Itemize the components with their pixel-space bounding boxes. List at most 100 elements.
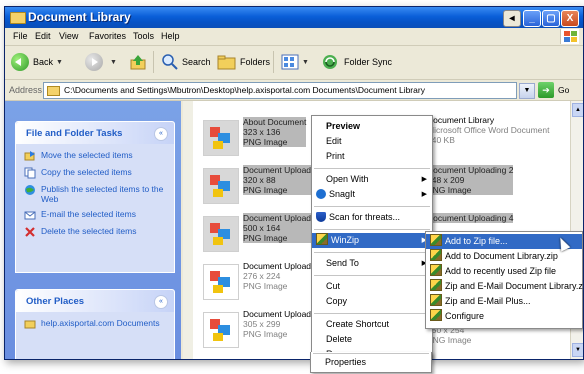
task-copy[interactable]: Copy the selected items xyxy=(24,167,168,179)
winzip-icon xyxy=(316,233,328,245)
go-button[interactable]: Go xyxy=(558,85,569,95)
file-item[interactable]: Document Upload 500 x 164 PNG Image xyxy=(203,213,323,252)
file-folder-tasks-panel: File and Folder Tasks « Move the selecte… xyxy=(15,121,175,273)
menu-winzip[interactable]: WinZip▶ xyxy=(312,233,432,248)
submenu-arrow-icon: ▶ xyxy=(421,176,427,183)
file-item[interactable]: Document Upload 320 x 88 PNG Image xyxy=(203,165,323,204)
menu-help[interactable]: Help xyxy=(161,31,180,41)
task-delete[interactable]: Delete the selected items xyxy=(24,226,168,238)
menu-open-with[interactable]: Open With ▶ xyxy=(312,172,432,187)
winzip-item-label: Add to Zip file... xyxy=(445,236,508,246)
menu-favorites[interactable]: Favorites xyxy=(89,31,126,41)
scroll-down-icon[interactable]: ▼ xyxy=(572,343,583,357)
chevron-down-icon[interactable]: ▼ xyxy=(56,59,63,66)
move-icon xyxy=(24,151,35,161)
menu-snagit[interactable]: SnagIt ▶ xyxy=(312,187,432,202)
file-type: PNG Image xyxy=(243,233,288,243)
file-item[interactable]: Document Upload 305 x 299 PNG Image xyxy=(203,309,323,348)
back-button[interactable]: Back ▼ xyxy=(11,52,63,72)
menu-send-to[interactable]: Send To▶ xyxy=(312,256,432,271)
png-thumbnail-icon xyxy=(203,216,239,252)
menu-edit-item[interactable]: Edit xyxy=(312,134,432,149)
file-name: Document Uploading 4 xyxy=(427,213,514,223)
delete-x-icon xyxy=(25,227,35,237)
scroll-up-icon[interactable]: ▲ xyxy=(572,103,583,117)
chevron-down-icon[interactable]: ▼ xyxy=(302,59,309,66)
winzip-icon xyxy=(430,309,442,321)
forward-arrow-icon xyxy=(85,53,103,71)
menu-preview[interactable]: Preview xyxy=(312,119,432,134)
winzip-zip-email-plus[interactable]: Zip and E-Mail Plus... xyxy=(426,294,582,309)
minimize-button[interactable]: _ xyxy=(523,10,541,27)
menu-tools[interactable]: Tools xyxy=(133,31,154,41)
views-button[interactable]: ▼ xyxy=(281,52,309,72)
file-type: PNG Image xyxy=(243,329,288,339)
explorer-window: Document Library ◂ _ ▢ X File Edit View … xyxy=(4,6,584,360)
menu-scan-threats[interactable]: Scan for threats... xyxy=(312,210,432,225)
help-control-button[interactable]: ◂ xyxy=(503,10,521,27)
task-copy-label: Copy the selected items xyxy=(41,167,132,177)
winzip-add-recent[interactable]: Add to recently used Zip file xyxy=(426,264,582,279)
winzip-icon xyxy=(430,234,442,246)
menu-create-shortcut[interactable]: Create Shortcut xyxy=(312,317,432,332)
winzip-add-named[interactable]: Add to Document Library.zip xyxy=(426,249,582,264)
file-name: Document Upload xyxy=(243,309,312,319)
task-move[interactable]: Move the selected items xyxy=(24,150,168,162)
submenu-arrow-icon: ▶ xyxy=(421,191,427,198)
menu-cut[interactable]: Cut xyxy=(312,279,432,294)
file-type: 540 KB xyxy=(427,135,455,145)
menu-bar: File Edit View Favorites Tools Help xyxy=(5,28,583,46)
file-name: Document Library xyxy=(427,115,495,125)
context-menu: Preview Edit Print Open With ▶ SnagIt ▶ Sc… xyxy=(311,115,433,359)
winzip-configure[interactable]: Configure xyxy=(426,309,582,324)
email-icon xyxy=(24,211,36,220)
forward-button[interactable]: ▼ xyxy=(85,52,117,72)
up-folder-icon xyxy=(130,55,146,70)
context-menu-tail: Properties xyxy=(310,352,432,373)
address-dropdown-button[interactable]: ▼ xyxy=(519,83,535,99)
task-email[interactable]: E-mail the selected items xyxy=(24,209,168,221)
file-dims: 248 x 209 xyxy=(427,175,465,185)
menu-edit[interactable]: Edit xyxy=(35,31,51,41)
title-bar[interactable]: Document Library ◂ _ ▢ X xyxy=(5,7,583,28)
up-folder-button[interactable] xyxy=(129,52,147,72)
collapse-icon[interactable]: « xyxy=(154,295,168,309)
maximize-button[interactable]: ▢ xyxy=(542,10,560,27)
file-name: Document Uploading 2 xyxy=(427,165,514,175)
task-email-label: E-mail the selected items xyxy=(41,209,136,219)
snagit-label: SnagIt xyxy=(329,189,356,199)
other-places-header[interactable]: Other Places « xyxy=(16,290,174,312)
toolbar-separator xyxy=(153,51,154,73)
file-item[interactable]: About Document 323 x 136 PNG Image xyxy=(203,117,323,156)
menu-file[interactable]: File xyxy=(13,31,28,41)
folder-sync-button[interactable]: Folder Sync xyxy=(321,52,392,72)
file-dims: 305 x 299 xyxy=(243,319,281,329)
chevron-down-icon[interactable]: ▼ xyxy=(110,59,117,66)
file-folder-tasks-header[interactable]: File and Folder Tasks « xyxy=(16,122,174,144)
winzip-zip-email[interactable]: Zip and E-Mail Document Library.zip xyxy=(426,279,583,294)
folder-icon xyxy=(47,85,60,96)
menu-view[interactable]: View xyxy=(59,31,78,41)
folders-label: Folders xyxy=(240,57,271,67)
search-button[interactable]: Search xyxy=(161,52,211,72)
file-type: PNG Image xyxy=(243,185,288,195)
other-place-item[interactable]: help.axisportal.com Documents xyxy=(24,318,168,330)
task-publish[interactable]: Publish the selected items to the Web xyxy=(24,184,168,204)
menu-delete[interactable]: Delete xyxy=(312,332,432,347)
left-pane-scrollbar[interactable] xyxy=(183,101,193,359)
close-button[interactable]: X xyxy=(561,10,579,27)
menu-properties[interactable]: Properties xyxy=(311,355,431,370)
task-publish-label: Publish the selected items to the Web xyxy=(41,184,164,204)
file-item[interactable]: Document Upload 276 x 224 PNG Image xyxy=(203,261,323,300)
task-move-label: Move the selected items xyxy=(41,150,133,160)
menu-print[interactable]: Print xyxy=(312,149,432,164)
go-arrow-icon[interactable]: ➔ xyxy=(538,82,554,98)
address-path: C:\Documents and Settings\Mbutron\Deskto… xyxy=(64,85,425,95)
address-input[interactable]: C:\Documents and Settings\Mbutron\Deskto… xyxy=(43,82,517,99)
folders-button[interactable]: Folders xyxy=(217,52,270,72)
winzip-item-label: Add to recently used Zip file xyxy=(445,266,557,276)
collapse-icon[interactable]: « xyxy=(154,127,168,141)
menu-copy[interactable]: Copy xyxy=(312,294,432,309)
toolbar-separator xyxy=(273,51,274,73)
open-with-label: Open With xyxy=(326,174,369,184)
